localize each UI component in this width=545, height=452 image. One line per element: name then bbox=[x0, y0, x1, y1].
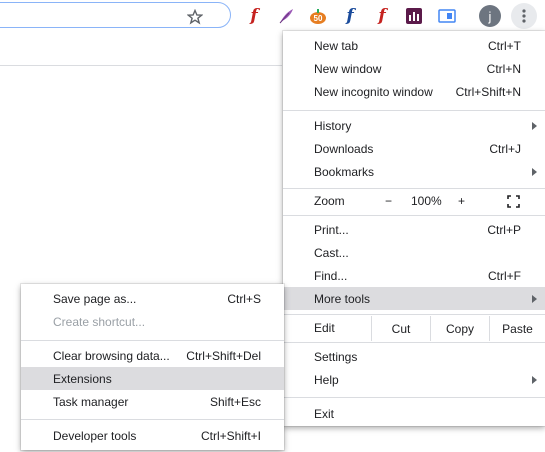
menu-separator bbox=[283, 397, 545, 398]
blue-card-icon[interactable] bbox=[436, 5, 458, 27]
menu-label: New incognito window bbox=[314, 84, 433, 99]
submenu-item-extensions[interactable]: Extensions bbox=[21, 367, 284, 390]
customize-menu-button[interactable] bbox=[511, 3, 537, 29]
menu-separator bbox=[283, 215, 545, 216]
menu-label: More tools bbox=[314, 291, 371, 306]
menu-label: Bookmarks bbox=[314, 164, 375, 179]
menu-item-new-tab[interactable]: New tab Ctrl+T bbox=[283, 34, 545, 57]
menu-item-history[interactable]: History bbox=[283, 114, 545, 137]
menu-item-bookmarks[interactable]: Bookmarks bbox=[283, 160, 545, 183]
menu-shortcut: Ctrl+Shift+N bbox=[455, 84, 521, 99]
copy-label: Copy bbox=[445, 321, 474, 336]
three-dots-icon bbox=[522, 9, 526, 23]
menu-label: Help bbox=[314, 372, 339, 387]
feather-icon[interactable] bbox=[275, 5, 297, 27]
profile-initial: j bbox=[479, 5, 501, 27]
zoom-out-button[interactable]: − bbox=[385, 194, 392, 208]
menu-item-settings[interactable]: Settings bbox=[283, 345, 545, 368]
zoom-label: Zoom bbox=[314, 194, 345, 208]
menu-label: Downloads bbox=[314, 141, 374, 156]
menu-separator bbox=[283, 342, 545, 343]
menu-label: Cast... bbox=[314, 245, 349, 260]
menu-item-help[interactable]: Help bbox=[283, 368, 545, 391]
submenu-arrow-icon bbox=[532, 167, 537, 176]
purple-chart-icon[interactable] bbox=[403, 5, 425, 27]
edit-label: Edit bbox=[314, 321, 335, 335]
submenu-arrow-icon bbox=[532, 375, 537, 384]
menu-shortcut: Ctrl+J bbox=[489, 141, 521, 156]
svg-text:50: 50 bbox=[314, 14, 323, 23]
submenu-item-developer-tools[interactable]: Developer tools Ctrl+Shift+I bbox=[21, 424, 284, 447]
blue-f-icon[interactable]: f bbox=[339, 5, 361, 27]
bookmark-star-icon[interactable] bbox=[187, 9, 203, 25]
menu-shortcut: Ctrl+N bbox=[486, 61, 521, 76]
chrome-main-menu: New tab Ctrl+T New window Ctrl+N New inc… bbox=[283, 31, 545, 426]
menu-item-find[interactable]: Find... Ctrl+F bbox=[283, 264, 545, 287]
submenu-arrow-icon bbox=[532, 121, 537, 130]
menu-label: History bbox=[314, 118, 352, 133]
menu-shortcut: Ctrl+P bbox=[487, 222, 521, 237]
menu-item-cast[interactable]: Cast... bbox=[283, 241, 545, 264]
menu-label: Print... bbox=[314, 222, 349, 237]
more-tools-submenu: Save page as... Ctrl+S Create shortcut..… bbox=[21, 284, 284, 450]
menu-label: New window bbox=[314, 61, 382, 76]
menu-separator bbox=[21, 340, 284, 341]
cut-button[interactable]: Cut bbox=[371, 316, 430, 341]
submenu-arrow-icon bbox=[532, 294, 537, 303]
menu-label: New tab bbox=[314, 38, 359, 53]
red-f-icon[interactable]: f bbox=[243, 5, 265, 27]
paste-button[interactable]: Paste bbox=[489, 316, 545, 341]
submenu-item-clear-browsing-data[interactable]: Clear browsing data... Ctrl+Shift+Del bbox=[21, 344, 284, 367]
paste-label: Paste bbox=[502, 321, 533, 336]
menu-label: Exit bbox=[314, 406, 335, 421]
menu-label: Save page as... bbox=[53, 291, 137, 306]
menu-item-print[interactable]: Print... Ctrl+P bbox=[283, 218, 545, 241]
profile-avatar[interactable]: j bbox=[479, 5, 501, 27]
menu-shortcut: Ctrl+F bbox=[488, 268, 521, 283]
fullscreen-icon[interactable] bbox=[507, 195, 520, 208]
zoom-level: 100% bbox=[411, 194, 442, 208]
browser-toolbar: f 50 f f j bbox=[0, 0, 545, 32]
menu-shortcut: Shift+Esc bbox=[209, 394, 261, 409]
menu-shortcut: Ctrl+T bbox=[488, 38, 521, 53]
address-bar[interactable] bbox=[0, 2, 231, 28]
menu-separator bbox=[21, 419, 284, 420]
menu-item-new-window[interactable]: New window Ctrl+N bbox=[283, 57, 545, 80]
copy-button[interactable]: Copy bbox=[430, 316, 489, 341]
menu-label: Create shortcut... bbox=[53, 314, 146, 329]
menu-separator bbox=[283, 314, 545, 315]
edit-row: Edit Cut Copy Paste bbox=[283, 316, 545, 341]
page-divider bbox=[0, 65, 282, 66]
menu-separator bbox=[283, 110, 545, 111]
submenu-item-create-shortcut: Create shortcut... bbox=[21, 310, 284, 333]
submenu-item-save-page[interactable]: Save page as... Ctrl+S bbox=[21, 287, 284, 310]
zoom-in-button[interactable]: + bbox=[458, 194, 465, 208]
menu-item-more-tools[interactable]: More tools bbox=[283, 287, 545, 310]
pumpkin-icon[interactable]: 50 bbox=[307, 5, 329, 27]
menu-label: Clear browsing data... bbox=[53, 348, 170, 363]
cut-label: Cut bbox=[391, 321, 411, 336]
menu-label: Extensions bbox=[53, 371, 112, 386]
menu-shortcut: Ctrl+S bbox=[227, 291, 261, 306]
zoom-row: Zoom − 100% + bbox=[283, 189, 545, 214]
menu-shortcut: Ctrl+Shift+Del bbox=[186, 348, 261, 363]
menu-item-exit[interactable]: Exit bbox=[283, 402, 545, 425]
menu-label: Task manager bbox=[53, 394, 129, 409]
menu-label: Find... bbox=[314, 268, 348, 283]
submenu-item-task-manager[interactable]: Task manager Shift+Esc bbox=[21, 390, 284, 413]
menu-item-downloads[interactable]: Downloads Ctrl+J bbox=[283, 137, 545, 160]
menu-label: Settings bbox=[314, 349, 358, 364]
menu-shortcut: Ctrl+Shift+I bbox=[200, 428, 261, 443]
red-f-icon-2[interactable]: f bbox=[371, 5, 393, 27]
menu-item-new-incognito[interactable]: New incognito window Ctrl+Shift+N bbox=[283, 80, 545, 103]
menu-label: Developer tools bbox=[53, 428, 137, 443]
